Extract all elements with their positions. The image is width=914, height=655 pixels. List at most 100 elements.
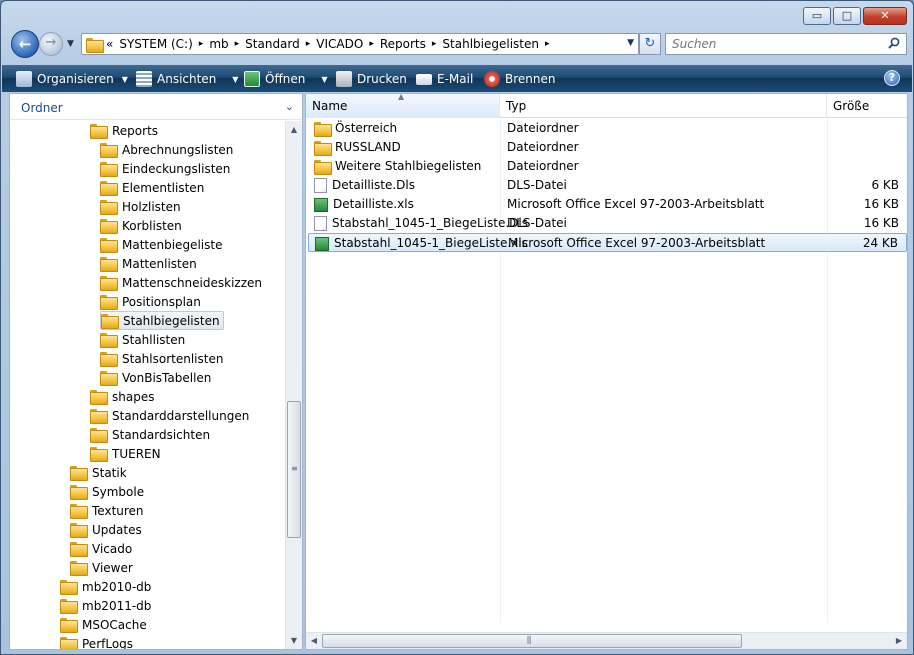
tree-item[interactable]: mb2011-db	[60, 596, 151, 615]
tree-item[interactable]: Stahlbiegelisten	[100, 311, 224, 330]
tree-item[interactable]: Statik	[70, 463, 127, 482]
file-row[interactable]: Österreich Dateiordner	[308, 119, 907, 138]
column-header-name[interactable]: Name ▲	[306, 92, 500, 118]
folder-icon	[100, 276, 118, 291]
tree-item[interactable]: Mattenbiegeliste	[100, 235, 222, 254]
file-name-cell: Detailliste.xls	[314, 195, 414, 214]
tree-item[interactable]: Mattenschneideskizzen	[100, 273, 262, 292]
email-button[interactable]: E-Mail	[416, 69, 473, 89]
breadcrumb-separator-icon[interactable]: ▸	[545, 37, 550, 52]
scroll-up-arrow-icon[interactable]: ▲	[286, 121, 302, 138]
breadcrumb-item[interactable]: Standard	[245, 37, 300, 52]
scroll-down-arrow-icon[interactable]: ▼	[286, 632, 302, 649]
breadcrumb-overflow[interactable]: «	[106, 37, 113, 52]
tree-item[interactable]: Mattenlisten	[100, 254, 197, 273]
close-button[interactable]: ✕	[863, 7, 907, 25]
tree-item[interactable]: TUEREN	[90, 444, 161, 463]
tree-item[interactable]: Standardsichten	[90, 425, 210, 444]
folder-icon	[314, 122, 332, 137]
folder-icon	[70, 485, 88, 500]
search-icon[interactable]	[888, 37, 900, 52]
views-icon	[136, 71, 152, 87]
file-name-cell: RUSSLAND	[314, 138, 401, 157]
folder-icon	[100, 219, 118, 234]
organize-menu[interactable]: Organisieren ▼	[16, 69, 128, 89]
breadcrumb-item[interactable]: Stahlbiegelisten	[442, 37, 539, 52]
tree-item[interactable]: Elementlisten	[100, 178, 204, 197]
column-headers: Name ▲ Typ Größe	[306, 92, 907, 118]
tree-item-label: Vicado	[92, 541, 133, 556]
views-menu[interactable]: Ansichten ▼	[136, 69, 238, 89]
tree-item-label: PerfLogs	[82, 636, 134, 650]
folder-icon	[101, 314, 119, 329]
folders-pane-header[interactable]: Ordner ⌄	[10, 94, 302, 120]
tree-item[interactable]: Korblisten	[100, 216, 182, 235]
breadcrumb-item[interactable]: SYSTEM (C:)	[119, 37, 192, 52]
refresh-button[interactable]: ↻	[639, 33, 661, 55]
folders-pane-title: Ordner	[21, 101, 63, 115]
tree-item[interactable]: Viewer	[70, 558, 133, 577]
folder-icon	[86, 38, 104, 53]
breadcrumb-separator-icon[interactable]: ▸	[306, 37, 311, 52]
tree-item-label: Statik	[92, 465, 127, 480]
tree-item[interactable]: Positionsplan	[100, 292, 201, 311]
scroll-right-arrow-icon[interactable]: ▶	[891, 633, 907, 649]
tree-item[interactable]: shapes	[90, 387, 154, 406]
print-button[interactable]: Drucken	[336, 69, 407, 89]
folder-tree-scrollbar[interactable]: ▲ ≡ ▼	[285, 121, 302, 649]
column-header-size[interactable]: Größe	[827, 94, 907, 118]
file-row[interactable]: Detailliste.Dls DLS-Datei 6 KB	[308, 176, 907, 195]
file-row[interactable]: Stabstahl_1045-1_BiegeListe.Dls DLS-Datei…	[308, 214, 907, 233]
tree-item[interactable]: Stahlsortenlisten	[100, 349, 223, 368]
maximize-button[interactable]: □	[833, 7, 861, 25]
breadcrumb-item[interactable]: mb	[209, 37, 228, 52]
recent-pages-dropdown[interactable]: ▼	[67, 39, 74, 49]
search-input[interactable]	[666, 34, 866, 54]
tree-item[interactable]: PerfLogs	[60, 634, 133, 649]
tree-item[interactable]: Vicado	[70, 539, 132, 558]
caption-buttons: ▭ □ ✕	[801, 7, 907, 25]
scrollbar-thumb[interactable]: ⫼	[322, 634, 742, 648]
scroll-left-arrow-icon[interactable]: ◀	[306, 633, 322, 649]
breadcrumb-separator-icon[interactable]: ▸	[369, 37, 374, 52]
tree-item-label: Updates	[92, 522, 142, 537]
disc-icon	[484, 71, 500, 87]
tree-item[interactable]: Texturen	[70, 501, 144, 520]
burn-button[interactable]: Brennen	[484, 69, 555, 89]
tree-item[interactable]: Holzlisten	[100, 197, 181, 216]
help-icon[interactable]: ?	[884, 70, 900, 86]
tree-item[interactable]: Stahllisten	[100, 330, 185, 349]
tree-item[interactable]: Reports	[90, 121, 158, 140]
back-button[interactable]: ←	[11, 30, 39, 58]
file-row[interactable]: Stabstahl_1045-1_BiegeListe.xls Microsoft…	[308, 233, 907, 252]
open-button[interactable]: Öffnen ▼	[244, 69, 327, 89]
file-list-scrollbar[interactable]: ◀ ⫼ ▶	[306, 632, 907, 649]
tree-item[interactable]: Abrechnungslisten	[100, 140, 233, 159]
breadcrumb-separator-icon[interactable]: ▸	[432, 37, 437, 52]
breadcrumb-item[interactable]: Reports	[380, 37, 426, 52]
minimize-button[interactable]: ▭	[803, 7, 831, 25]
column-header-type[interactable]: Typ	[500, 94, 827, 118]
breadcrumb-item[interactable]: VICADO	[316, 37, 363, 52]
scrollbar-thumb[interactable]: ≡	[287, 401, 301, 538]
tree-item[interactable]: Updates	[70, 520, 142, 539]
tree-item-label: Viewer	[92, 560, 133, 575]
breadcrumb-separator-icon[interactable]: ▸	[235, 37, 240, 52]
column-header-type-label: Typ	[506, 99, 527, 113]
tree-item[interactable]: VonBisTabellen	[100, 368, 211, 387]
file-row[interactable]: Detailliste.xls Microsoft Office Excel 97…	[308, 195, 907, 214]
folder-icon	[70, 561, 88, 576]
file-row[interactable]: RUSSLAND Dateiordner	[308, 138, 907, 157]
folder-icon	[100, 238, 118, 253]
tree-item[interactable]: MSOCache	[60, 615, 147, 634]
tree-item[interactable]: Standarddarstellungen	[90, 406, 249, 425]
breadcrumb-separator-icon[interactable]: ▸	[199, 37, 204, 52]
address-dropdown-icon[interactable]: ▼	[627, 38, 634, 48]
forward-button[interactable]: →	[39, 32, 63, 56]
address-bar[interactable]: « SYSTEM (C:) ▸ mb ▸ Standard ▸ VICADO ▸ Reports…	[81, 33, 639, 55]
file-row[interactable]: Weitere Stahlbiegelisten Dateiordner	[308, 157, 907, 176]
tree-item[interactable]: mb2010-db	[60, 577, 151, 596]
tree-item[interactable]: Symbole	[70, 482, 144, 501]
tree-item[interactable]: Eindeckungslisten	[100, 159, 230, 178]
folder-icon	[90, 390, 108, 405]
